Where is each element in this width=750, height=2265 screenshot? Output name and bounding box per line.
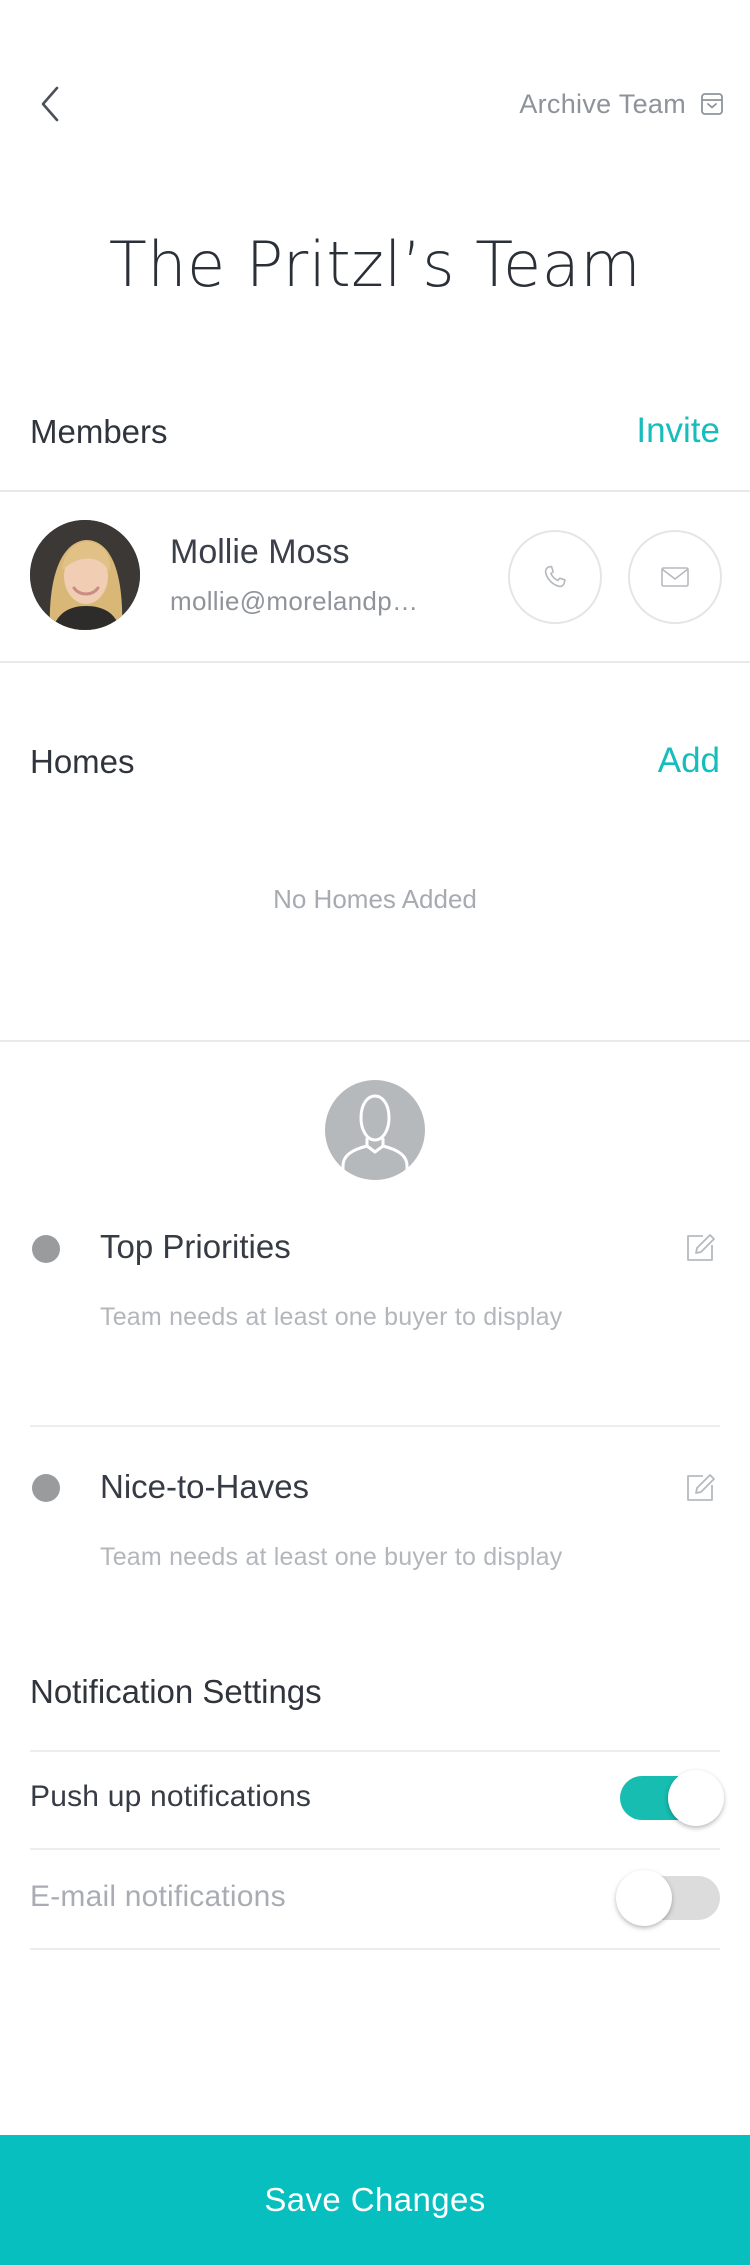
email-notifications-toggle[interactable] — [616, 1870, 720, 1926]
status-dot — [32, 1474, 60, 1502]
edit-top-priorities-button[interactable] — [680, 1228, 720, 1268]
invite-button[interactable]: Invite — [636, 411, 720, 451]
notification-settings-title: Notification Settings — [30, 1673, 322, 1710]
divider — [30, 1425, 720, 1427]
divider — [30, 1848, 720, 1850]
email-notifications-label: E-mail notifications — [30, 1880, 286, 1913]
nice-to-haves-note: Team needs at least one buyer to display — [100, 1543, 563, 1571]
divider — [0, 1040, 750, 1042]
archive-team-button[interactable]: Archive Team — [519, 82, 724, 126]
status-dot — [32, 1235, 60, 1263]
no-homes-message: No Homes Added — [273, 884, 477, 914]
member-avatar — [30, 520, 140, 630]
divider — [0, 490, 750, 492]
push-notifications-toggle[interactable] — [620, 1770, 724, 1826]
archive-box-icon — [701, 93, 723, 115]
divider — [30, 1948, 720, 1950]
archive-team-label: Archive Team — [519, 88, 686, 119]
members-section-label: Members — [30, 413, 168, 450]
mail-icon — [661, 567, 689, 587]
add-home-button[interactable]: Add — [658, 741, 720, 781]
save-changes-button[interactable]: Save Changes — [0, 2135, 750, 2265]
member-email: mollie@morelandp… — [170, 586, 419, 616]
toggle-knob — [668, 1770, 724, 1826]
phone-icon — [544, 565, 566, 588]
email-member-button[interactable] — [628, 530, 722, 624]
toggle-knob — [616, 1870, 672, 1926]
edit-icon — [687, 1474, 715, 1501]
save-changes-label: Save Changes — [264, 2181, 486, 2218]
divider — [30, 1750, 720, 1752]
chevron-left-icon — [41, 86, 59, 122]
top-priorities-title: Top Priorities — [100, 1228, 291, 1265]
user-silhouette-icon — [325, 1080, 425, 1180]
divider — [0, 661, 750, 663]
edit-icon — [687, 1234, 715, 1261]
push-notifications-label: Push up notifications — [30, 1780, 312, 1813]
top-priorities-note: Team needs at least one buyer to display — [100, 1303, 563, 1331]
member-name: Mollie Moss — [170, 533, 350, 571]
page-title: The Pritzl’s Team — [108, 228, 642, 301]
nice-to-haves-title: Nice-to-Haves — [100, 1468, 310, 1505]
edit-nice-to-haves-button[interactable] — [680, 1468, 720, 1508]
back-button[interactable] — [26, 80, 74, 128]
homes-section-label: Homes — [30, 743, 135, 780]
call-member-button[interactable] — [508, 530, 602, 624]
